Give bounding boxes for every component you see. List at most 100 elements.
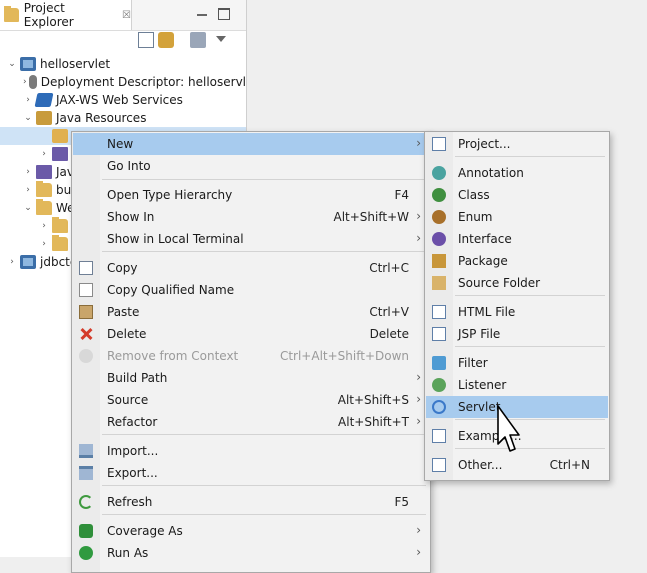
menu-item-new[interactable]: New › <box>73 133 429 155</box>
menu-separator <box>455 156 605 157</box>
menu-item-label: Package <box>458 254 508 268</box>
new-item-other[interactable]: Other... Ctrl+N <box>426 454 608 476</box>
view-tab-bar: Project Explorer ☒ <box>0 0 246 31</box>
library-icon <box>52 147 68 161</box>
maximize-icon[interactable] <box>218 8 230 20</box>
menu-item-shortcut: F5 <box>394 495 409 509</box>
menu-item-label: Open Type Hierarchy <box>107 188 233 202</box>
submenu-arrow-icon: › <box>416 414 421 428</box>
collapsed-twisty-icon[interactable]: › <box>22 167 34 177</box>
minimize-icon[interactable] <box>196 8 208 20</box>
collapsed-twisty-icon[interactable]: › <box>22 185 34 195</box>
menu-item-label: Class <box>458 188 490 202</box>
menu-item-coverage-as[interactable]: Coverage As › <box>73 520 429 542</box>
new-item-html-file[interactable]: HTML File <box>426 301 608 323</box>
copy-icon <box>79 261 93 275</box>
collapsed-twisty-icon[interactable]: › <box>22 77 27 87</box>
refresh-icon <box>79 495 93 509</box>
menu-item-shortcut: Ctrl+N <box>549 458 590 472</box>
menu-item-label: Other... <box>458 458 503 472</box>
package-icon <box>432 254 446 268</box>
menu-item-paste[interactable]: Paste Ctrl+V <box>73 301 429 323</box>
collapse-all-icon[interactable] <box>138 32 154 48</box>
menu-separator <box>455 346 605 347</box>
menu-item-shortcut: Alt+Shift+T <box>338 415 409 429</box>
new-item-source-folder[interactable]: Source Folder <box>426 272 608 294</box>
new-item-filter[interactable]: Filter <box>426 352 608 374</box>
new-item-interface[interactable]: Interface <box>426 228 608 250</box>
remove-from-context-icon <box>79 349 93 363</box>
menu-item-shortcut: Ctrl+Alt+Shift+Down <box>279 349 409 363</box>
new-item-enum[interactable]: Enum <box>426 206 608 228</box>
tree-item[interactable]: ⌄ helloservlet <box>0 55 246 73</box>
annotation-icon <box>432 166 446 180</box>
tree-item[interactable]: ⌄ Java Resources <box>0 109 246 127</box>
new-item-jsp-file[interactable]: JSP File <box>426 323 608 345</box>
link-with-editor-icon[interactable] <box>158 32 174 48</box>
close-icon[interactable]: ☒ <box>122 10 131 21</box>
menu-item-label: Run As <box>107 546 149 560</box>
menu-item-import[interactable]: Import... <box>73 440 429 462</box>
collapsed-twisty-icon[interactable]: › <box>6 257 18 267</box>
menu-item-build-path[interactable]: Build Path › <box>73 367 429 389</box>
collapsed-twisty-icon[interactable]: › <box>22 95 34 105</box>
view-menu-icon[interactable] <box>216 36 226 42</box>
menu-item-refactor[interactable]: Refactor Alt+Shift+T › <box>73 411 429 433</box>
new-item-project[interactable]: Project... <box>426 133 608 155</box>
paste-icon <box>79 305 93 319</box>
project-explorer-tab[interactable]: Project Explorer ☒ <box>0 0 132 30</box>
collapsed-twisty-icon[interactable]: › <box>38 221 50 231</box>
menu-item-label: Refresh <box>107 495 153 509</box>
menu-item-run-as[interactable]: Run As › <box>73 542 429 564</box>
mouse-pointer-icon <box>497 405 520 452</box>
example-icon <box>432 429 446 443</box>
run-icon <box>79 546 93 560</box>
menu-item-delete[interactable]: Delete Delete <box>73 323 429 345</box>
menu-item-show-in[interactable]: Show In Alt+Shift+W › <box>73 206 429 228</box>
menu-item-label: Source Folder <box>458 276 541 290</box>
menu-item-show-in-local-terminal[interactable]: Show in Local Terminal › <box>73 228 429 250</box>
expanded-twisty-icon[interactable]: ⌄ <box>6 59 18 69</box>
tree-item-label: bu <box>56 183 72 197</box>
project-wizard-icon <box>432 137 446 151</box>
tree-item[interactable]: › JAX-WS Web Services <box>0 91 246 109</box>
expanded-twisty-icon[interactable]: ⌄ <box>22 203 34 213</box>
project-icon <box>20 57 36 71</box>
collapsed-twisty-icon[interactable]: › <box>38 149 50 159</box>
menu-item-label: Export... <box>107 466 158 480</box>
menu-item-refresh[interactable]: Refresh F5 <box>73 491 429 513</box>
import-icon <box>79 444 93 458</box>
menu-item-label: HTML File <box>458 305 516 319</box>
tree-item[interactable]: › Deployment Descriptor: helloservl <box>0 73 246 91</box>
focus-on-active-task-icon[interactable] <box>190 32 206 48</box>
menu-item-label: Paste <box>107 305 140 319</box>
menu-item-source[interactable]: Source Alt+Shift+S › <box>73 389 429 411</box>
menu-item-remove-from-context: Remove from Context Ctrl+Alt+Shift+Down <box>73 345 429 367</box>
expanded-twisty-icon[interactable]: ⌄ <box>22 113 34 123</box>
menu-item-export[interactable]: Export... <box>73 462 429 484</box>
listener-icon <box>432 378 446 392</box>
menu-item-label: Delete <box>107 327 147 341</box>
menu-item-copy-qualified-name[interactable]: Copy Qualified Name <box>73 279 429 301</box>
menu-item-label: Show In <box>107 210 155 224</box>
menu-item-label: JSP File <box>458 327 501 341</box>
other-wizard-icon <box>432 458 446 472</box>
new-item-class[interactable]: Class <box>426 184 608 206</box>
menu-item-label: Annotation <box>458 166 524 180</box>
delete-icon <box>79 327 93 341</box>
collapsed-twisty-icon[interactable]: › <box>38 239 50 249</box>
new-item-package[interactable]: Package <box>426 250 608 272</box>
interface-icon <box>432 232 446 246</box>
menu-item-label: Refactor <box>107 415 158 429</box>
submenu-arrow-icon: › <box>416 370 421 384</box>
menu-item-copy[interactable]: Copy Ctrl+C <box>73 257 429 279</box>
menu-item-go-into[interactable]: Go Into <box>73 155 429 177</box>
menu-item-open-type-hierarchy[interactable]: Open Type Hierarchy F4 <box>73 184 429 206</box>
menu-item-label: Interface <box>458 232 512 246</box>
filter-icon <box>432 356 446 370</box>
enum-icon <box>432 210 446 224</box>
new-item-annotation[interactable]: Annotation <box>426 162 608 184</box>
new-item-listener[interactable]: Listener <box>426 374 608 396</box>
menu-item-label: Remove from Context <box>107 349 239 363</box>
menu-separator <box>102 179 426 180</box>
